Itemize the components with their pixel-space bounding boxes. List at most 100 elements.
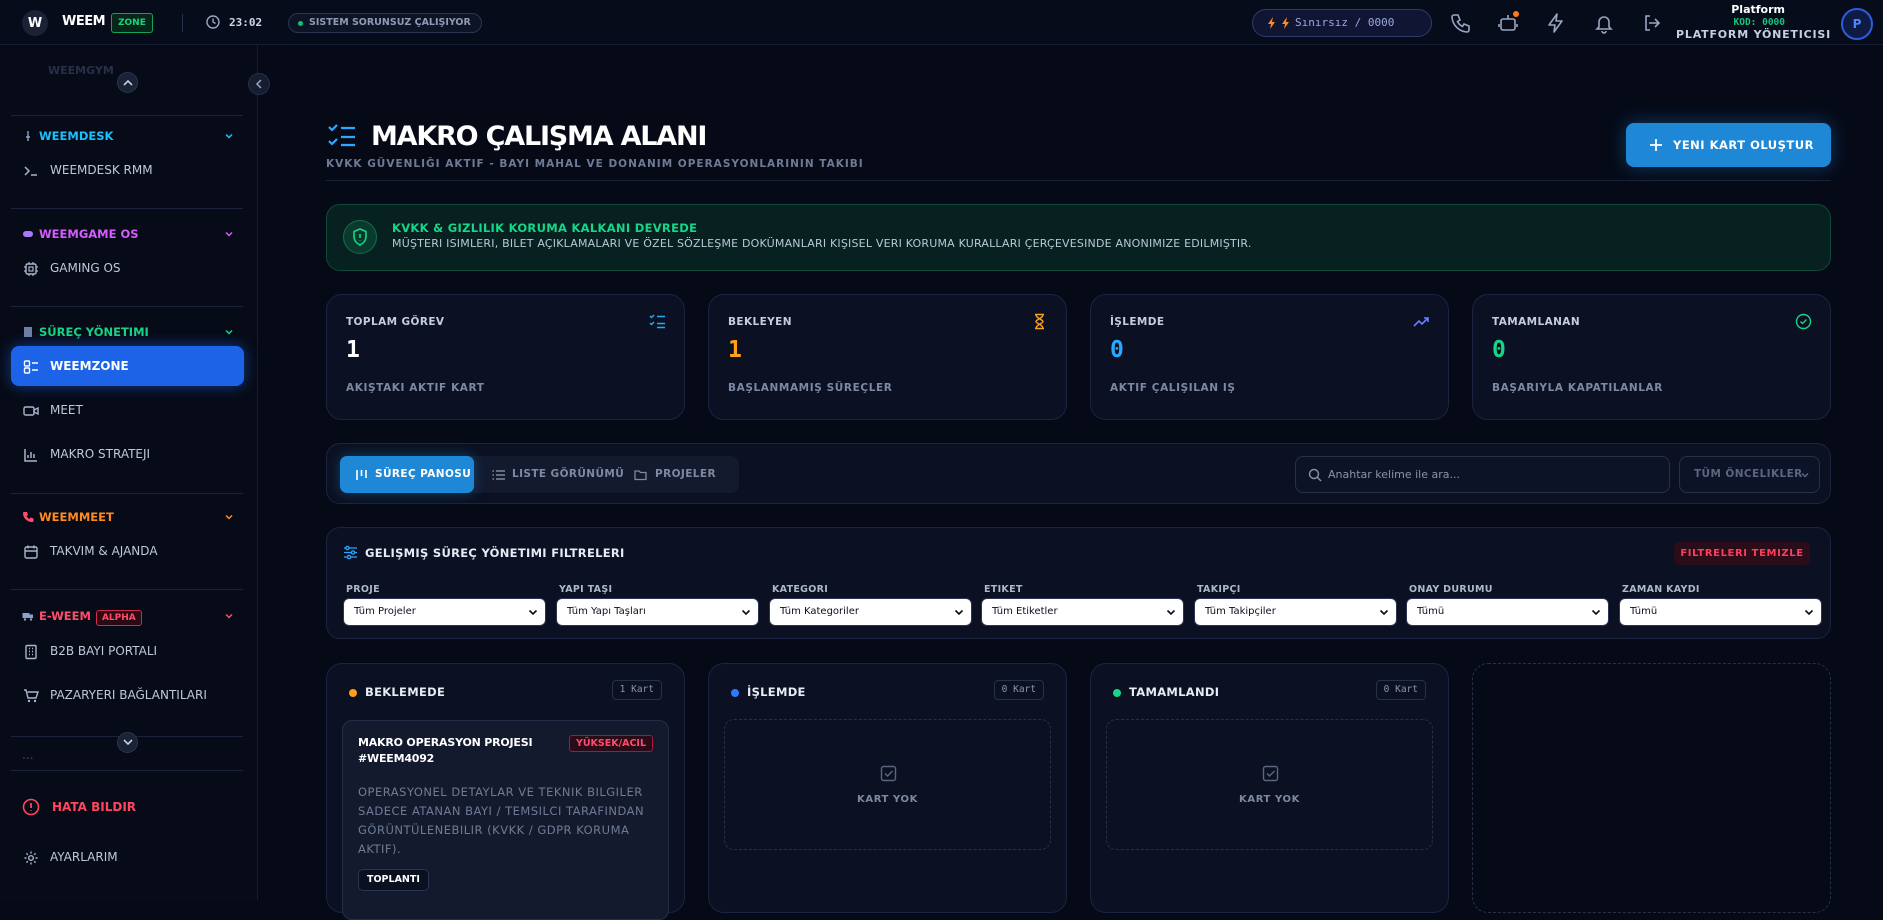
- scroll-down-button[interactable]: [117, 732, 138, 753]
- chevron-down-icon: [1801, 472, 1809, 478]
- scroll-up-button[interactable]: [117, 72, 138, 93]
- status-dot: [731, 689, 739, 697]
- filter-select-value: Tüm Projeler: [354, 606, 416, 617]
- filter-select[interactable]: Tümü: [1619, 598, 1822, 626]
- stat-caption: BAŞLANMAMIŞ SÜREÇLER: [728, 382, 893, 394]
- priority-select[interactable]: TÜM ÖNCELIKLER: [1679, 456, 1820, 493]
- list-check-icon: [649, 314, 665, 329]
- section-surec-yonetimi[interactable]: SÜREÇ YÖNETIMI: [22, 324, 244, 342]
- divider: [326, 180, 1831, 181]
- cpu-icon: [24, 262, 38, 276]
- user-name: Platform: [1731, 3, 1785, 16]
- status-dot: [1113, 689, 1121, 697]
- stat-caption: AKIŞTAKI AKTIF KART: [346, 382, 485, 394]
- logout-icon[interactable]: [1641, 12, 1663, 34]
- divider: [11, 208, 243, 209]
- sidebar-item-meet[interactable]: MEET: [11, 390, 244, 430]
- filter-select[interactable]: Tüm Etiketler: [981, 598, 1184, 626]
- clear-filters-button[interactable]: FILTRELERI TEMIZLE: [1674, 542, 1810, 565]
- zap-icon[interactable]: [1545, 12, 1567, 34]
- new-card-button[interactable]: YENI KART OLUŞTUR: [1626, 123, 1831, 167]
- tab-label: PROJELER: [655, 468, 716, 480]
- new-card-label: YENI KART OLUŞTUR: [1673, 138, 1814, 152]
- sidebar-item-weemdesk-rmm[interactable]: WEEMDESK RMM: [11, 150, 244, 190]
- chevron-down-icon: [225, 613, 233, 619]
- filter-select[interactable]: Tümü: [1406, 598, 1609, 626]
- sidebar-item-b2b-bayi-portali[interactable]: B2B BAYI PORTALI: [11, 631, 244, 671]
- kvkk-banner: KVKK & GIZLILIK KORUMA KALKANI DEVREDE M…: [326, 204, 1831, 271]
- filter-label: ZAMAN KAYDI: [1622, 584, 1700, 595]
- building-icon: [24, 327, 32, 337]
- task-card[interactable]: MAKRO OPERASYON PROJESI #WEEM4092 YÜKSEK…: [342, 720, 669, 920]
- section-label: SÜREÇ YÖNETIMI: [39, 325, 149, 339]
- section-label: E-WEEM: [39, 609, 91, 623]
- divider: [11, 589, 243, 590]
- chevron-down-icon: [1379, 609, 1389, 616]
- sidebar-item-weemzone[interactable]: WEEMZONE: [11, 346, 244, 386]
- sidebar-item-pazaryeri-baglantilari[interactable]: PAZARYERI BAĞLANTILARI: [11, 675, 244, 715]
- empty-column-dropzone[interactable]: KART YOK: [1106, 719, 1433, 850]
- avatar[interactable]: P: [1841, 8, 1873, 40]
- sidebar-collapse-button[interactable]: [248, 73, 270, 95]
- stat-label: TAMAMLANAN: [1492, 316, 1581, 328]
- pin-icon: [26, 131, 30, 141]
- tab-liste-gorunumu[interactable]: LISTE GÖRÜNÜMÜ: [477, 456, 624, 493]
- filter-select[interactable]: Tüm Yapı Taşları: [556, 598, 759, 626]
- filter-label: ONAY DURUMU: [1409, 584, 1493, 595]
- search-icon: [1308, 468, 1322, 482]
- chevron-down-icon: [122, 739, 133, 746]
- task-tag[interactable]: TOPLANTI: [358, 869, 429, 891]
- sidebar-item-gaming-os[interactable]: GAMING OS: [11, 248, 244, 288]
- tab-surec-panosu[interactable]: SÜREÇ PANOSU: [340, 456, 474, 493]
- stat-label: BEKLEYEN: [728, 316, 792, 328]
- check-square-icon: [880, 765, 897, 782]
- chevron-down-icon: [1591, 609, 1601, 616]
- section-weemmeet[interactable]: WEEMMEET: [22, 509, 244, 527]
- status-dot: [298, 21, 303, 26]
- search-box[interactable]: [1295, 456, 1670, 493]
- bell-icon[interactable]: [1593, 12, 1615, 34]
- task-description: OPERASYONEL DETAYLAR VE TEKNIK BILGILER …: [358, 785, 645, 856]
- column-count-badge: 1 Kart: [611, 680, 662, 700]
- filter-select[interactable]: Tüm Projeler: [343, 598, 546, 626]
- sidebar-item-label: AYARLARIM: [50, 850, 118, 864]
- phone-icon[interactable]: [1449, 12, 1471, 34]
- section-e-weem[interactable]: E-WEEM ALPHA: [22, 608, 244, 626]
- divider: [11, 493, 243, 494]
- truck-icon: [22, 613, 33, 621]
- section-label: WEEMGAME OS: [39, 227, 139, 241]
- shield-icon: [343, 220, 377, 254]
- sidebar-item-takvim-ajanda[interactable]: TAKVIM & AJANDA: [11, 531, 244, 571]
- section-label: WEEMMEET: [39, 510, 114, 524]
- section-weemgame-os[interactable]: WEEMGAME OS: [22, 226, 244, 244]
- logo-badge[interactable]: W: [22, 10, 48, 36]
- user-role: PLATFORM YÖNETICISI: [1676, 28, 1831, 41]
- hourglass-icon: [1035, 313, 1044, 330]
- chevron-down-icon: [225, 329, 233, 335]
- sidebar-item-settings[interactable]: AYARLARIM: [11, 837, 244, 877]
- filter-select-value: Tümü: [1417, 606, 1445, 617]
- chevron-down-icon: [225, 231, 233, 237]
- check-square-icon: [1262, 765, 1279, 782]
- filter-select[interactable]: Tüm Takipçiler: [1194, 598, 1397, 626]
- main-content: MAKRO ÇALIŞMA ALANI KVKK GÜVENLIĞI AKTIF…: [259, 45, 1883, 920]
- report-bug-label: HATA BILDIR: [52, 800, 137, 814]
- section-label: WEEMDESK: [39, 129, 114, 143]
- status-dot: [349, 689, 357, 697]
- credit-badge[interactable]: Sınırsız / 0000: [1252, 9, 1432, 37]
- view-tabs: SÜREÇ PANOSU LISTE GÖRÜNÜMÜ PROJELER: [340, 456, 739, 493]
- section-weemdesk[interactable]: WEEMDESK: [22, 128, 244, 146]
- board-column-islemde: İŞLEMDE 0 Kart KART YOK: [708, 663, 1067, 913]
- advanced-filters-panel: GELIŞMIŞ SÜREÇ YÖNETIMI FILTRELERI FILTR…: [326, 527, 1831, 639]
- filter-select[interactable]: Tüm Kategoriler: [769, 598, 972, 626]
- tab-projeler[interactable]: PROJELER: [620, 456, 736, 493]
- chevron-down-icon: [1166, 609, 1176, 616]
- board-column-add-placeholder[interactable]: [1472, 663, 1831, 913]
- sidebar-item-makro-strateji[interactable]: MAKRO STRATEJI: [11, 434, 244, 474]
- sidebar-item-label: TAKVIM & AJANDA: [50, 544, 158, 558]
- empty-column-dropzone[interactable]: KART YOK: [724, 719, 1051, 850]
- stat-label: İŞLEMDE: [1110, 316, 1165, 328]
- search-input[interactable]: [1328, 457, 1658, 492]
- chevron-down-icon: [225, 133, 233, 139]
- robot-icon[interactable]: [1497, 11, 1519, 34]
